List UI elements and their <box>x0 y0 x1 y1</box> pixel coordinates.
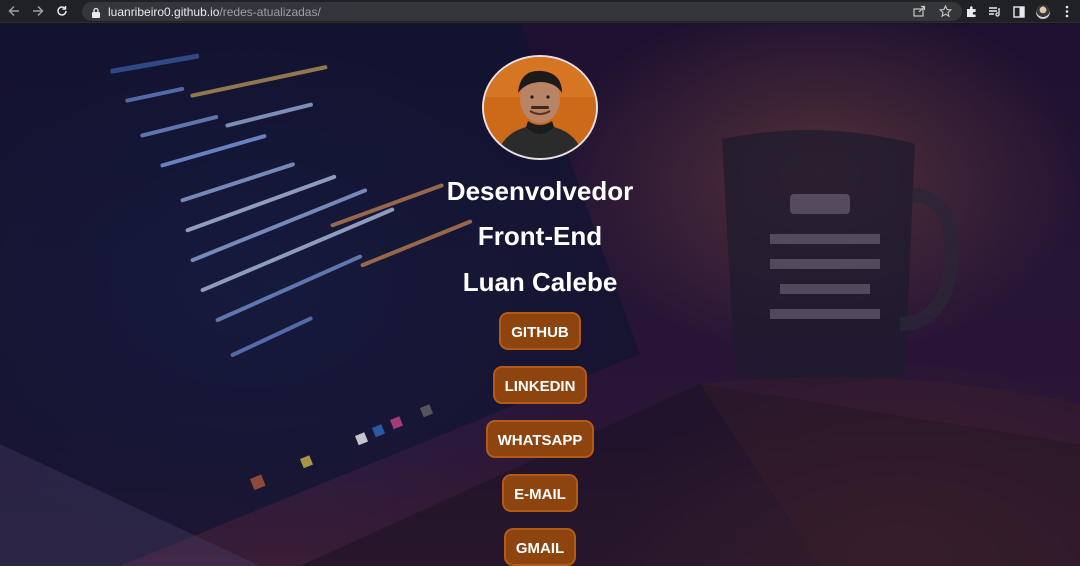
url-text: luanribeiro0.github.io/redes-atualizadas… <box>108 5 321 19</box>
kebab-menu-icon[interactable] <box>1060 5 1074 19</box>
arrow-right-icon[interactable] <box>28 1 48 21</box>
github-link-button[interactable]: GITHUB <box>499 312 581 350</box>
share-icon[interactable] <box>912 4 926 18</box>
linkedin-link-button[interactable]: LINKEDIN <box>492 366 588 404</box>
url-host: luanribeiro0.github.io <box>108 4 220 19</box>
puzzle-icon[interactable] <box>964 5 978 19</box>
profile-name: Luan Calebe <box>462 267 618 297</box>
headline-specialty: Front-End <box>477 221 603 251</box>
gmail-link-button[interactable]: GMAIL <box>503 528 577 566</box>
whatsapp-link-button[interactable]: WHATSAPP <box>485 420 595 458</box>
headline-role: Desenvolvedor <box>446 176 634 206</box>
profile-photo <box>482 55 598 160</box>
star-icon[interactable] <box>938 4 952 18</box>
media-queue-icon[interactable] <box>988 5 1002 19</box>
email-link-button[interactable]: E-MAIL <box>502 474 578 512</box>
url-path: /redes-atualizadas/ <box>219 4 321 19</box>
lock-icon[interactable] <box>91 6 101 18</box>
address-bar[interactable]: luanribeiro0.github.io/redes-atualizadas… <box>82 2 962 21</box>
profile-avatar[interactable] <box>1036 4 1050 19</box>
reload-icon[interactable] <box>52 1 72 21</box>
side-panel-icon[interactable] <box>1012 5 1026 19</box>
arrow-left-icon[interactable] <box>4 1 24 21</box>
browser-toolbar: luanribeiro0.github.io/redes-atualizadas… <box>0 0 1080 23</box>
profile-card: Desenvolvedor Front-End Luan Calebe GITH… <box>0 24 1080 566</box>
